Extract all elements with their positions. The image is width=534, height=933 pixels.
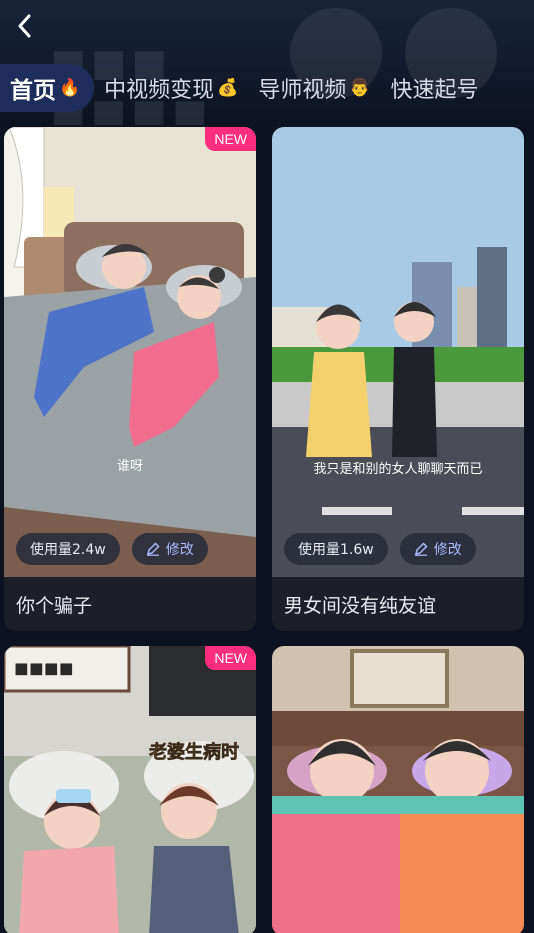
tab-quick-start[interactable]: 快速起号 — [381, 64, 489, 112]
new-badge: NEW — [205, 646, 256, 670]
template-card[interactable]: 谁呀 NEW 使用量2.4w 修改 你个骗子 — [4, 127, 256, 631]
usage-count: 使用量2.4w — [16, 533, 120, 565]
back-button[interactable] — [8, 10, 40, 42]
template-card[interactable]: 我只是和别的女人聊聊天而已 使用量1.6w 修改 男女间没有纯友谊 — [272, 127, 524, 631]
subtitle-text: 谁呀 — [117, 459, 143, 474]
tab-home[interactable]: 首页 🔥 — [0, 64, 95, 112]
tab-mentor-video[interactable]: 导师视频 👨 — [248, 64, 380, 112]
usage-count: 使用量1.6w — [284, 533, 388, 565]
subtitle-text: 我只是和别的女人聊聊天而已 — [313, 461, 482, 477]
tab-label: 首页 — [10, 78, 56, 104]
template-card[interactable]: ◼◼◼◼ 老婆生病时 NEW — [4, 646, 256, 933]
template-thumbnail — [272, 646, 524, 933]
edit-label: 修改 — [165, 542, 194, 558]
cartoon-couple-bed-image — [272, 646, 524, 933]
chevron-left-icon — [18, 14, 31, 38]
template-title: 你个骗子 — [4, 577, 256, 631]
pencil-icon — [414, 542, 428, 556]
template-card[interactable] — [272, 646, 524, 933]
man-icon: 👨 — [349, 78, 371, 98]
pencil-icon — [146, 542, 160, 556]
edit-button[interactable]: 修改 — [131, 533, 208, 565]
money-bag-icon: 💰 — [217, 78, 239, 98]
tab-label: 快速起号 — [390, 78, 479, 103]
cartoon-sick-wife-image: ◼◼◼◼ 老婆生病时 — [4, 646, 256, 933]
new-badge: NEW — [205, 127, 256, 151]
edit-button[interactable]: 修改 — [399, 533, 476, 565]
template-thumbnail: 我只是和别的女人聊聊天而已 使用量1.6w 修改 — [272, 127, 524, 577]
template-thumbnail: ◼◼◼◼ 老婆生病时 NEW — [4, 646, 256, 933]
cartoon-bedroom-image: 谁呀 — [4, 127, 256, 577]
cartoon-street-image: 我只是和别的女人聊聊天而已 — [272, 127, 524, 577]
calligraphy-decoration: ◼◼◼◼ — [14, 658, 74, 679]
card-actions: 使用量1.6w 修改 — [284, 533, 476, 565]
tab-mid-video[interactable]: 中视频变现 💰 — [94, 64, 248, 112]
tab-label: 中视频变现 — [104, 78, 215, 103]
subtitle-text: 老婆生病时 — [149, 741, 239, 763]
tab-label: 导师视频 — [258, 78, 347, 103]
template-thumbnail: 谁呀 NEW 使用量2.4w 修改 — [4, 127, 256, 577]
fire-icon: 🔥 — [59, 78, 81, 98]
category-tabs: 首页 🔥 中视频变现 💰 导师视频 👨 快速起号 — [0, 64, 534, 112]
template-title: 男女间没有纯友谊 — [272, 577, 524, 631]
card-actions: 使用量2.4w 修改 — [16, 533, 208, 565]
edit-label: 修改 — [433, 542, 462, 558]
